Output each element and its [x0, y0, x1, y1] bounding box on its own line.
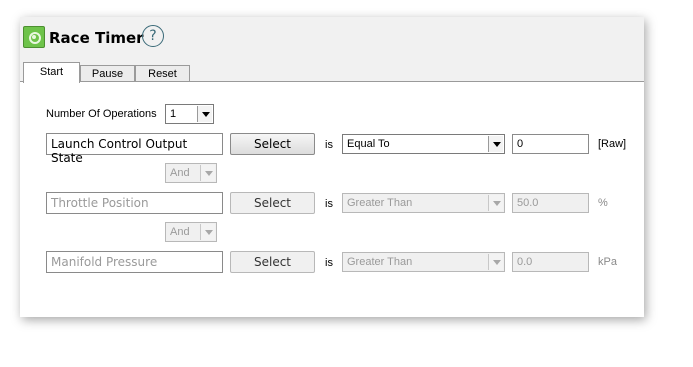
- condition-3-operator: Greater Than: [347, 256, 413, 268]
- condition-1-channel-field[interactable]: Launch Control Output State: [46, 133, 223, 165]
- condition-2-operator-dropdown[interactable]: Greater Than: [342, 193, 505, 213]
- condition-1-select-button[interactable]: Select: [230, 133, 315, 155]
- tab-reset[interactable]: Reset: [135, 65, 190, 82]
- connector-1-dropdown[interactable]: And: [165, 163, 217, 183]
- window-title: Race Timer: [49, 29, 144, 47]
- chevron-down-icon[interactable]: [200, 224, 215, 240]
- chevron-down-icon[interactable]: [488, 254, 503, 270]
- condition-3-value: 0.0: [517, 256, 533, 268]
- help-question-icon[interactable]: ?: [142, 25, 164, 47]
- chevron-down-icon[interactable]: [197, 106, 212, 122]
- condition-1-operator-dropdown[interactable]: Equal To: [342, 134, 505, 154]
- chevron-down-icon[interactable]: [488, 136, 503, 152]
- condition-1-unit: [Raw]: [598, 138, 627, 150]
- condition-2-value-input[interactable]: 50.0: [512, 193, 589, 213]
- connector-2-value: And: [170, 226, 190, 238]
- condition-1-channel: Launch Control Output State: [51, 137, 188, 165]
- condition-2-value: 50.0: [517, 197, 539, 209]
- condition-2-operator: Greater Than: [347, 197, 413, 209]
- condition-2-unit: %: [598, 197, 608, 209]
- tab-start[interactable]: Start: [23, 62, 80, 83]
- number-of-operations-dropdown[interactable]: 1: [165, 104, 214, 124]
- condition-3-unit: kPa: [598, 256, 617, 268]
- condition-1-value-input[interactable]: 0: [512, 134, 589, 154]
- condition-2-channel: Throttle Position: [51, 196, 149, 210]
- connector-2-dropdown[interactable]: And: [165, 222, 217, 242]
- condition-2-channel-field[interactable]: Throttle Position: [46, 192, 223, 214]
- condition-1-value: 0: [517, 138, 524, 150]
- condition-2-select-button[interactable]: Select: [230, 192, 315, 214]
- condition-3-channel: Manifold Pressure: [51, 255, 158, 269]
- number-of-operations-value: 1: [170, 108, 177, 120]
- condition-3-select-button[interactable]: Select: [230, 251, 315, 273]
- chevron-down-icon[interactable]: [200, 165, 215, 181]
- connector-1-value: And: [170, 167, 190, 179]
- race-timer-panel: Race Timer ? Start Pause Reset Number Of…: [20, 17, 644, 317]
- condition-3-is-label: is: [325, 257, 333, 269]
- condition-2-is-label: is: [325, 198, 333, 210]
- chevron-down-icon[interactable]: [488, 195, 503, 211]
- condition-1-is-label: is: [325, 139, 333, 151]
- start-tab-content: Number Of Operations 1 Launch Control Ou…: [20, 82, 644, 317]
- condition-3-channel-field[interactable]: Manifold Pressure: [46, 251, 223, 273]
- condition-3-value-input[interactable]: 0.0: [512, 252, 589, 272]
- race-timer-app-icon: [23, 26, 45, 48]
- number-of-operations-label: Number Of Operations: [46, 108, 157, 120]
- tab-pause[interactable]: Pause: [80, 65, 135, 82]
- condition-1-operator: Equal To: [347, 138, 390, 150]
- condition-3-operator-dropdown[interactable]: Greater Than: [342, 252, 505, 272]
